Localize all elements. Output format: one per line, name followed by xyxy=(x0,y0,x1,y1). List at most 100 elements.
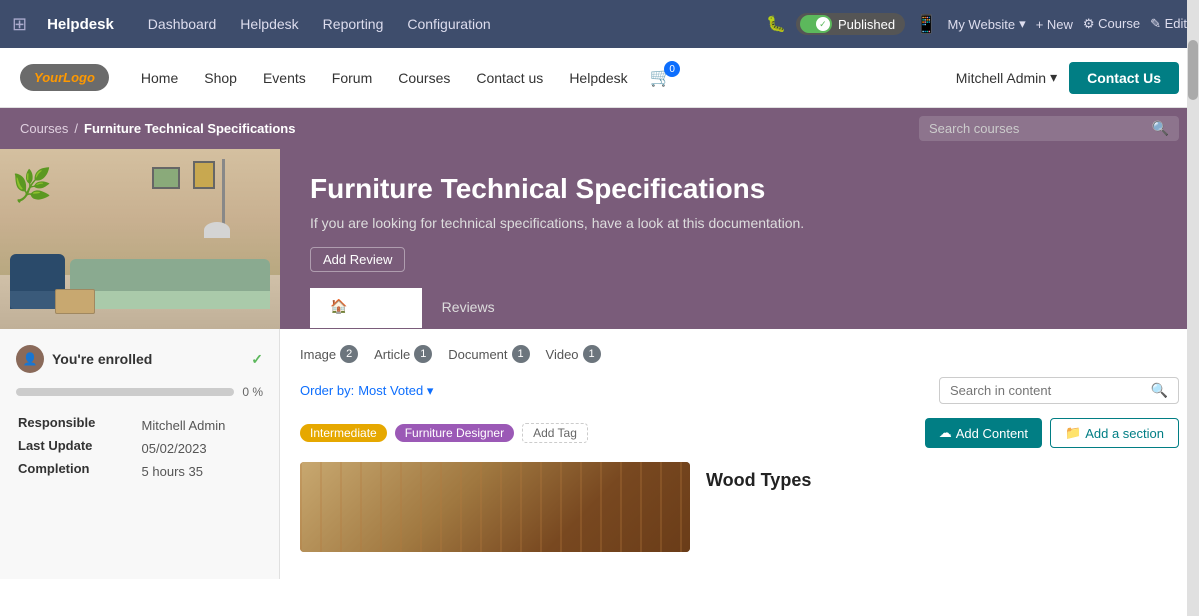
published-label: Published xyxy=(838,17,895,32)
completion-value: 5 hours 35 xyxy=(142,461,261,482)
nav-helpdesk[interactable]: Helpdesk xyxy=(557,66,639,90)
new-btn[interactable]: + New xyxy=(1036,17,1073,32)
filter-article-label: Article xyxy=(374,347,410,362)
tab-reviews-label: Reviews xyxy=(442,299,495,315)
hero-section: 🌿 Furniture Technical Specifications If … xyxy=(0,149,1199,329)
mitchell-admin-btn[interactable]: Mitchell Admin ▾ xyxy=(956,69,1057,86)
admin-nav-configuration[interactable]: Configuration xyxy=(397,12,500,36)
order-row: Order by: Most Voted ▾ 🔍 xyxy=(300,377,1179,404)
nav-home[interactable]: Home xyxy=(129,66,190,90)
app-name[interactable]: Helpdesk xyxy=(47,16,114,33)
tab-course[interactable]: 🏠 Course xyxy=(310,288,422,328)
filter-document-label: Document xyxy=(448,347,507,362)
responsible-value: Mitchell Admin xyxy=(142,415,261,436)
tag-intermediate[interactable]: Intermediate xyxy=(300,424,387,442)
enrolled-avatar: 👤 xyxy=(16,345,44,373)
responsible-key: Responsible xyxy=(18,415,140,436)
breadcrumb-courses[interactable]: Courses xyxy=(20,121,68,136)
filter-article[interactable]: Article 1 xyxy=(374,345,432,363)
enrolled-row: 👤 You're enrolled ✓ xyxy=(16,345,263,373)
filter-image[interactable]: Image 2 xyxy=(300,345,358,363)
hero-content: Furniture Technical Specifications If yo… xyxy=(280,149,1199,329)
add-review-button[interactable]: Add Review xyxy=(310,247,405,272)
add-content-label: Add Content xyxy=(956,426,1028,441)
info-row-completion: Completion 5 hours 35 xyxy=(18,461,261,482)
progress-pct: 0 % xyxy=(242,385,263,399)
action-btns: ☁ Add Content 📁 Add a section xyxy=(925,418,1179,448)
contact-us-button[interactable]: Contact Us xyxy=(1069,62,1179,94)
chevron-down-icon: ▾ xyxy=(1019,16,1026,32)
add-tag-button[interactable]: Add Tag xyxy=(522,423,588,443)
filter-video[interactable]: Video 1 xyxy=(546,345,601,363)
new-label: + New xyxy=(1036,17,1073,32)
breadcrumb-bar: Courses / Furniture Technical Specificat… xyxy=(0,108,1199,149)
tab-reviews[interactable]: Reviews xyxy=(422,288,515,328)
nav-contact-us[interactable]: Contact us xyxy=(464,66,555,90)
progress-bar-bg xyxy=(16,388,234,396)
add-section-button[interactable]: 📁 Add a section xyxy=(1050,418,1179,448)
admin-nav-dashboard[interactable]: Dashboard xyxy=(138,12,227,36)
logo[interactable]: YourLogo xyxy=(20,64,109,91)
add-section-label: Add a section xyxy=(1085,426,1164,441)
folder-icon: 📁 xyxy=(1065,425,1081,441)
check-icon: ✓ xyxy=(251,351,263,368)
enrolled-text: You're enrolled xyxy=(52,351,152,367)
published-badge[interactable]: ✓ Published xyxy=(796,13,905,35)
filter-image-label: Image xyxy=(300,347,336,362)
order-by-value[interactable]: Most Voted ▾ xyxy=(358,383,433,399)
course-thumbnail xyxy=(300,462,690,552)
website-nav: YourLogo Home Shop Events Forum Courses … xyxy=(0,48,1199,108)
nav-shop[interactable]: Shop xyxy=(192,66,249,90)
main-layout: 👤 You're enrolled ✓ 0 % Responsible Mitc… xyxy=(0,329,1199,579)
grid-icon[interactable]: ⊞ xyxy=(12,14,27,35)
info-row-responsible: Responsible Mitchell Admin xyxy=(18,415,261,436)
order-by-label: Order by: xyxy=(300,383,354,398)
edit-btn[interactable]: ✎ Edit xyxy=(1150,16,1187,32)
tag-furniture-designer[interactable]: Furniture Designer xyxy=(395,424,514,442)
published-toggle[interactable]: ✓ xyxy=(800,15,832,33)
nav-courses[interactable]: Courses xyxy=(386,66,462,90)
search-courses-box[interactable]: 🔍 xyxy=(919,116,1179,141)
nav-right: Mitchell Admin ▾ Contact Us xyxy=(956,62,1179,94)
edit-label: ✎ Edit xyxy=(1150,16,1187,32)
info-row-last-update: Last Update 05/02/2023 xyxy=(18,438,261,459)
breadcrumb: Courses / Furniture Technical Specificat… xyxy=(20,121,295,136)
nav-forum[interactable]: Forum xyxy=(320,66,384,90)
bug-icon[interactable]: 🐛 xyxy=(766,14,786,34)
admin-bar: ⊞ Helpdesk Dashboard Helpdesk Reporting … xyxy=(0,0,1199,48)
search-courses-input[interactable] xyxy=(929,121,1146,136)
hero-title: Furniture Technical Specifications xyxy=(310,173,1169,205)
course-btn[interactable]: ⚙ Course xyxy=(1083,16,1140,32)
search-content-input[interactable] xyxy=(950,383,1145,398)
filter-article-count: 1 xyxy=(414,345,432,363)
cart-icon[interactable]: 🛒 0 xyxy=(650,67,672,88)
breadcrumb-current: Furniture Technical Specifications xyxy=(84,121,295,136)
course-label: ⚙ Course xyxy=(1083,16,1140,32)
filter-document[interactable]: Document 1 xyxy=(448,345,529,363)
my-website-btn[interactable]: My Website ▾ xyxy=(947,16,1025,32)
mobile-icon[interactable]: 📱 xyxy=(915,14,937,35)
mitchell-admin-label: Mitchell Admin xyxy=(956,70,1046,86)
content-filters: Image 2 Article 1 Document 1 Video 1 xyxy=(300,345,1179,363)
completion-key: Completion xyxy=(18,461,140,482)
search-content-icon: 🔍 xyxy=(1151,382,1168,399)
scrollbar-thumb[interactable] xyxy=(1188,40,1198,100)
filter-video-label: Video xyxy=(546,347,579,362)
filter-image-count: 2 xyxy=(340,345,358,363)
add-content-button[interactable]: ☁ Add Content xyxy=(925,418,1042,448)
nav-events[interactable]: Events xyxy=(251,66,318,90)
admin-nav-reporting[interactable]: Reporting xyxy=(313,12,394,36)
scrollbar[interactable] xyxy=(1187,0,1199,616)
search-content-box[interactable]: 🔍 xyxy=(939,377,1179,404)
chevron-down-icon-2: ▾ xyxy=(1050,69,1057,86)
course-card: Wood Types xyxy=(300,462,1179,552)
upload-icon: ☁ xyxy=(939,425,952,441)
admin-nav-helpdesk[interactable]: Helpdesk xyxy=(230,12,308,36)
admin-bar-right: 🐛 ✓ Published 📱 My Website ▾ + New ⚙ Cou… xyxy=(766,13,1187,35)
hero-subtitle: If you are looking for technical specifi… xyxy=(310,215,1169,231)
logo-text: YourLogo xyxy=(34,70,95,85)
content-panel: Image 2 Article 1 Document 1 Video 1 Ord… xyxy=(280,329,1199,579)
hero-image: 🌿 xyxy=(0,149,280,329)
my-website-label: My Website xyxy=(947,17,1015,32)
filter-video-count: 1 xyxy=(583,345,601,363)
